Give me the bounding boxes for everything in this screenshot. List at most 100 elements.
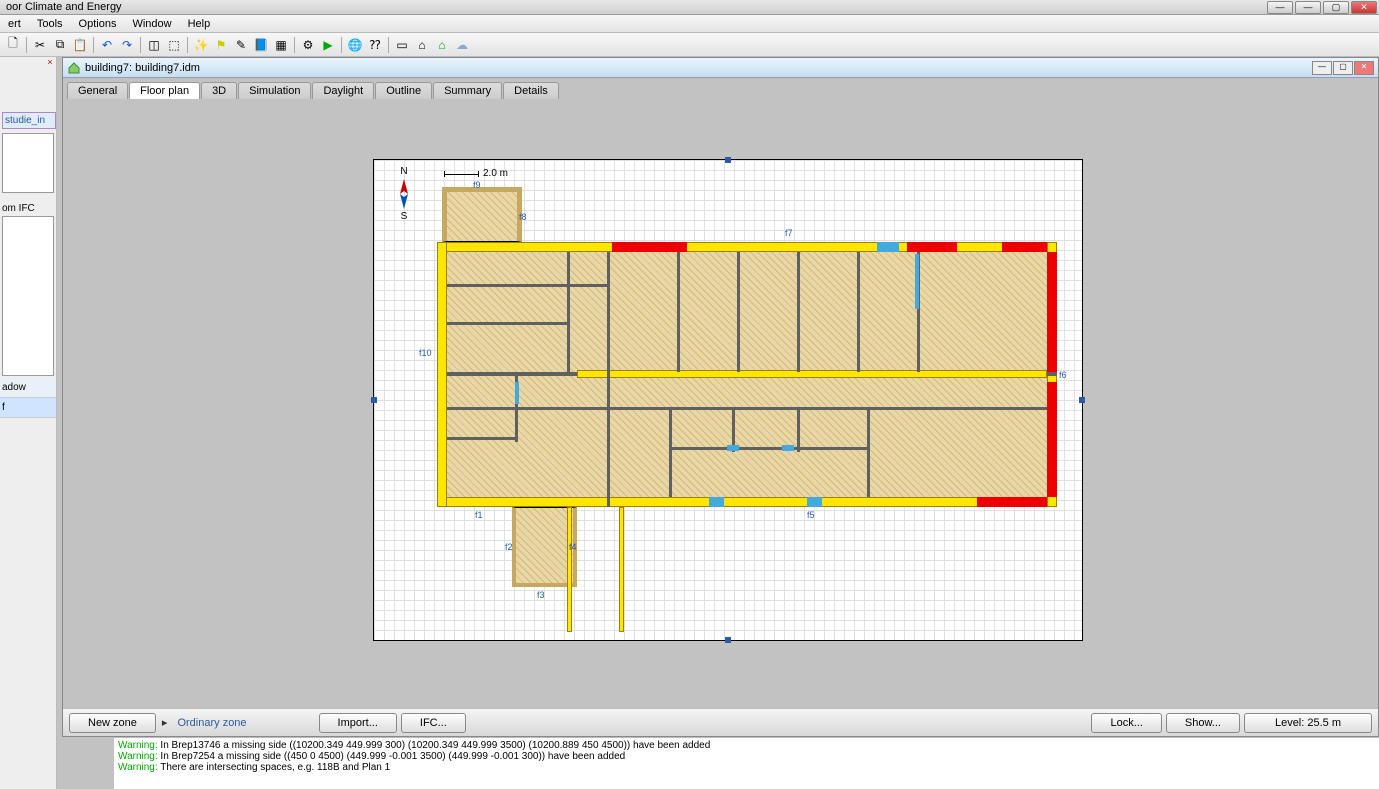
layout-a-icon[interactable]: ◫ <box>145 36 163 54</box>
show-button[interactable]: Show... <box>1166 713 1240 733</box>
layout-b-icon[interactable]: ⬚ <box>165 36 183 54</box>
build-icon[interactable]: ⚙ <box>299 36 317 54</box>
tab-bar: General Floor plan 3D Simulation Dayligh… <box>63 78 1378 98</box>
tab-general[interactable]: General <box>67 82 128 99</box>
toolbar-separator <box>294 37 295 53</box>
wall-top-r3 <box>1002 242 1052 252</box>
resize-handle-w[interactable] <box>371 397 377 403</box>
menu-help[interactable]: Help <box>180 18 219 30</box>
label-f3: f3 <box>537 590 545 600</box>
wall-top <box>437 242 1057 252</box>
window-controls: — — ▢ ✕ <box>1267 1 1377 14</box>
chevron-right-icon: ▸ <box>160 716 170 729</box>
sidebar-list-box <box>2 216 54 376</box>
rect-icon[interactable]: ▭ <box>393 36 411 54</box>
label-f1: f1 <box>475 510 483 520</box>
house-icon[interactable]: ⌂ <box>433 36 451 54</box>
app-title: oor Climate and Energy <box>2 1 122 13</box>
tab-3d[interactable]: 3D <box>201 82 237 99</box>
undo-icon[interactable]: ↶ <box>98 36 116 54</box>
tab-simulation[interactable]: Simulation <box>238 82 311 99</box>
wall-right-r1 <box>1047 252 1057 372</box>
wall-bottom-c2 <box>807 497 822 507</box>
tab-outline[interactable]: Outline <box>375 82 432 99</box>
wall-bottom-r1 <box>977 497 1047 507</box>
log-line: Warning: There are intersecting spaces, … <box>118 762 1375 773</box>
doc-close-button[interactable]: ✕ <box>1354 61 1374 75</box>
cloud-icon[interactable]: ☁ <box>453 36 471 54</box>
tab-daylight[interactable]: Daylight <box>312 82 374 99</box>
pipe-1 <box>567 507 572 632</box>
note-icon[interactable]: ✎ <box>232 36 250 54</box>
floor-plan-canvas[interactable]: N S 2.0 m <box>373 159 1083 641</box>
resize-handle-n[interactable] <box>725 157 731 163</box>
run-icon[interactable]: ▶ <box>319 36 337 54</box>
house-sun-icon[interactable]: ⌂ <box>413 36 431 54</box>
ifc-button[interactable]: IFC... <box>401 713 466 733</box>
book-icon[interactable]: 📘 <box>252 36 270 54</box>
doc-minimize-button[interactable]: — <box>1312 61 1332 75</box>
label-f10: f10 <box>419 348 432 358</box>
sidebar-ifc-label: om IFC <box>2 203 54 214</box>
log-line: Warning: In Brep7254 a missing side ((45… <box>118 751 1375 762</box>
compass-n: N <box>398 166 410 177</box>
wizard-icon[interactable]: ✨ <box>192 36 210 54</box>
wall-bottom <box>437 497 1057 507</box>
minimize-button[interactable]: — <box>1267 1 1293 14</box>
floor-plan-drawing[interactable]: f1 f2 f3 f4 f5 f6 f7 f8 f9 f10 <box>437 242 1057 517</box>
label-f7: f7 <box>785 228 793 238</box>
redo-icon[interactable]: ↷ <box>118 36 136 54</box>
menu-tools[interactable]: Tools <box>29 18 71 30</box>
label-f9: f9 <box>473 180 481 190</box>
document-title: building7: building7.idm <box>85 62 200 74</box>
minimize-button-2[interactable]: — <box>1295 1 1321 14</box>
wall-left <box>437 242 447 507</box>
wall-bottom-c1 <box>709 497 724 507</box>
wall-top-c1 <box>877 242 899 252</box>
sidebar-preview-box <box>2 133 54 193</box>
new-zone-button[interactable]: New zone <box>69 713 156 733</box>
help-cursor-icon[interactable]: ⁇ <box>366 36 384 54</box>
label-f8: f8 <box>519 212 527 222</box>
ordinary-zone-link[interactable]: Ordinary zone <box>173 717 250 729</box>
tab-details[interactable]: Details <box>503 82 559 99</box>
document-window: building7: building7.idm — ▢ ✕ General F… <box>62 57 1379 737</box>
sidebar-item-studie[interactable]: studie_in <box>2 112 56 129</box>
doc-maximize-button[interactable]: ▢ <box>1333 61 1353 75</box>
import-button[interactable]: Import... <box>319 713 397 733</box>
bottom-toolbar: New zone ▸ Ordinary zone Import... IFC..… <box>63 708 1378 736</box>
sidebar-row-f[interactable]: f <box>0 398 56 418</box>
title-bar: oor Climate and Energy — — ▢ ✕ <box>0 0 1379 15</box>
resize-handle-s[interactable] <box>725 637 731 643</box>
tab-summary[interactable]: Summary <box>433 82 502 99</box>
log-line: Warning: In Brep13746 a missing side ((1… <box>118 740 1375 751</box>
toolbar-separator <box>140 37 141 53</box>
copy-icon[interactable]: ⧉ <box>51 36 69 54</box>
scale-label: 2.0 m <box>483 168 508 179</box>
maximize-button[interactable]: ▢ <box>1323 1 1349 14</box>
tab-floor-plan[interactable]: Floor plan <box>129 82 200 99</box>
canvas-area[interactable]: N S 2.0 m <box>63 99 1378 708</box>
menu-options[interactable]: Options <box>71 18 125 30</box>
close-button[interactable]: ✕ <box>1351 1 1377 14</box>
house-icon <box>67 61 81 75</box>
wall-top-r2 <box>907 242 957 252</box>
toolbar-separator <box>187 37 188 53</box>
sidebar-row-adow[interactable]: adow <box>0 378 56 398</box>
menu-bar: ert Tools Options Window Help <box>0 15 1379 33</box>
sidebar-close-icon[interactable]: × <box>44 57 56 69</box>
room-vestibule-top <box>442 187 522 242</box>
globe-icon[interactable]: 🌐 <box>346 36 364 54</box>
cut-icon[interactable]: ✂ <box>31 36 49 54</box>
label-f5: f5 <box>807 510 815 520</box>
table-icon[interactable]: ▦ <box>272 36 290 54</box>
level-button[interactable]: Level: 25.5 m <box>1244 713 1372 733</box>
lock-button[interactable]: Lock... <box>1091 713 1161 733</box>
new-icon[interactable]: 🗋 <box>4 36 22 54</box>
menu-window[interactable]: Window <box>124 18 179 30</box>
paste-icon[interactable]: 📋 <box>71 36 89 54</box>
scale-bar: 2.0 m <box>444 168 508 179</box>
menu-insert[interactable]: ert <box>0 18 29 30</box>
marker-icon[interactable]: ⚑ <box>212 36 230 54</box>
resize-handle-e[interactable] <box>1079 397 1085 403</box>
